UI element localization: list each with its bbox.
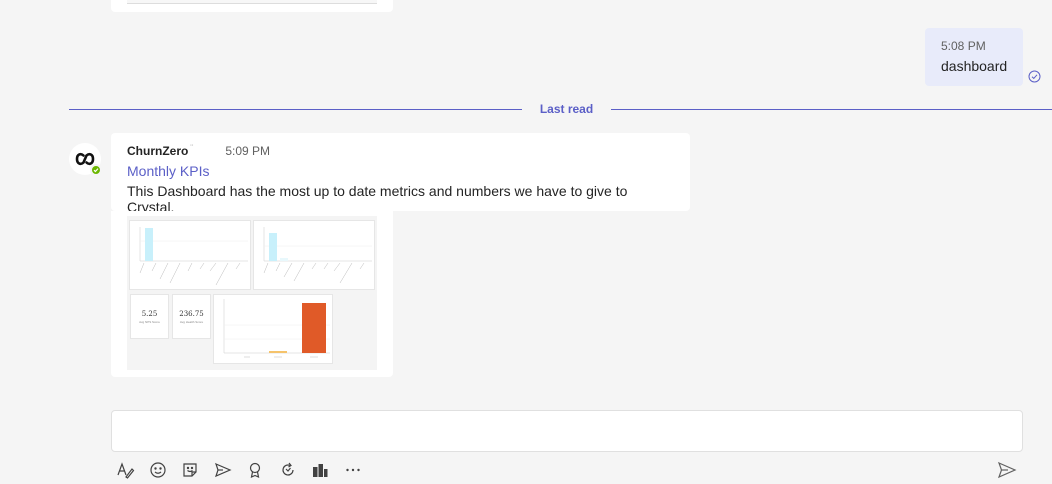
outgoing-text: dashboard [941,58,1008,74]
more-icon[interactable] [343,460,376,480]
divider-line-right [611,109,1052,110]
sender-name[interactable]: ChurnZero [127,144,188,158]
previous-attachment [127,0,377,4]
sticker-icon[interactable] [180,460,213,480]
kpi-panel-1: 5.25 Avg NPS Score [130,294,169,339]
emoji-icon[interactable] [148,460,181,480]
kpi-1-caption: Avg NPS Score [139,320,160,324]
chart-panel-1 [129,220,251,290]
incoming-message[interactable]: ChurnZero ¨ 5:09 PM Monthly KPIs This Da… [111,133,690,215]
kpi-2-value: 236.75 [179,310,204,318]
kpi-1-value: 5.25 [141,310,158,318]
divider-line-left [69,109,522,110]
praise-icon[interactable] [245,460,278,480]
compose-box[interactable] [111,410,1023,452]
kpi-2-caption: Avg Health Score [179,320,204,324]
apps-icon[interactable] [310,460,343,480]
sender-suffix: ¨ [190,143,194,153]
dashboard-attachment[interactable]: 5.25 Avg NPS Score 236.75 Avg Health Sco… [111,211,393,377]
loop-icon[interactable] [278,460,311,480]
schedule-send-icon[interactable] [213,460,246,480]
message-time: 5:09 PM [225,144,271,158]
dashboard-thumbnail[interactable]: 5.25 Avg NPS Score 236.75 Avg Health Sco… [127,216,377,370]
send-icon[interactable] [997,460,1017,480]
dashboard-link[interactable]: Monthly KPIs [127,163,674,179]
previous-message-card [111,0,393,12]
chart-panel-2 [253,220,375,290]
kpi-panel-2: 236.75 Avg Health Score [172,294,211,339]
outgoing-message[interactable]: 5:08 PM dashboard [925,28,1023,86]
compose-toolbar [115,460,375,480]
last-read-label: Last read [539,102,594,116]
presence-available-icon [90,164,102,176]
outgoing-time: 5:08 PM [941,39,986,53]
chart-panel-3 [213,294,333,364]
format-icon[interactable] [115,460,148,480]
read-receipt-icon [1028,70,1041,83]
